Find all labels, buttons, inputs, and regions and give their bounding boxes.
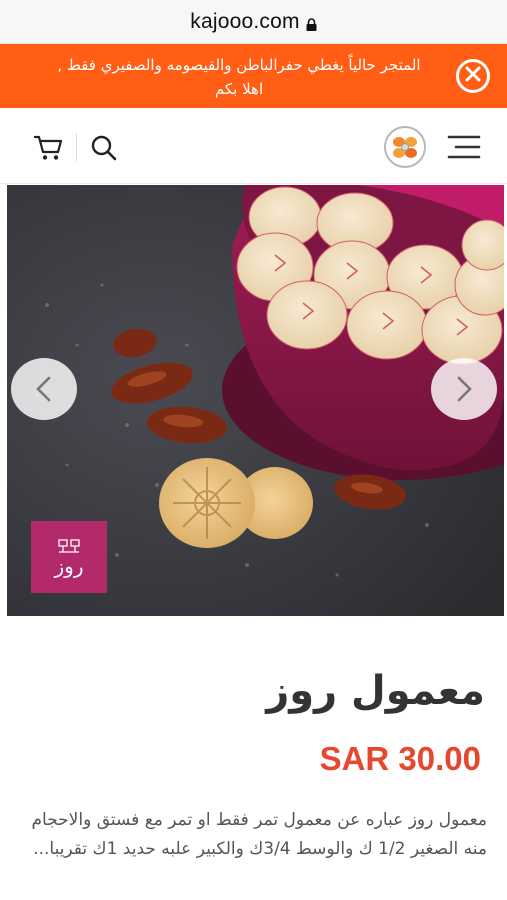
product-title: معمول روز — [266, 668, 485, 714]
header-divider — [76, 133, 77, 161]
browser-url-bar[interactable]: kajooo.com — [0, 0, 507, 44]
product-image-carousel[interactable]: روز — [7, 185, 504, 616]
cart-icon[interactable] — [33, 134, 64, 166]
brand-badge: روز — [31, 521, 107, 593]
notice-text: المتجر حالياً يغطي حفرالباطن والقيصومه و… — [57, 56, 421, 98]
lock-icon — [306, 16, 317, 31]
hamburger-menu-icon[interactable] — [446, 134, 482, 164]
site-header — [0, 108, 507, 184]
brand-emblem-icon — [56, 537, 82, 555]
close-icon — [465, 66, 481, 86]
chevron-left-icon — [35, 376, 53, 402]
url-text[interactable]: kajooo.com — [190, 10, 299, 34]
carousel-next-button[interactable] — [431, 358, 497, 420]
carousel-prev-button[interactable] — [11, 358, 77, 420]
brand-badge-text: روز — [54, 554, 84, 578]
search-icon[interactable] — [90, 134, 118, 166]
chevron-right-icon — [455, 376, 473, 402]
store-logo[interactable] — [384, 126, 426, 168]
notice-close-button[interactable] — [456, 59, 490, 93]
product-description: معمول روز عباره عن معمول تمر فقط او تمر … — [31, 810, 487, 859]
product-price: SAR 30.00 — [319, 740, 481, 777]
store-notice-banner: المتجر حالياً يغطي حفرالباطن والقيصومه و… — [0, 44, 507, 108]
